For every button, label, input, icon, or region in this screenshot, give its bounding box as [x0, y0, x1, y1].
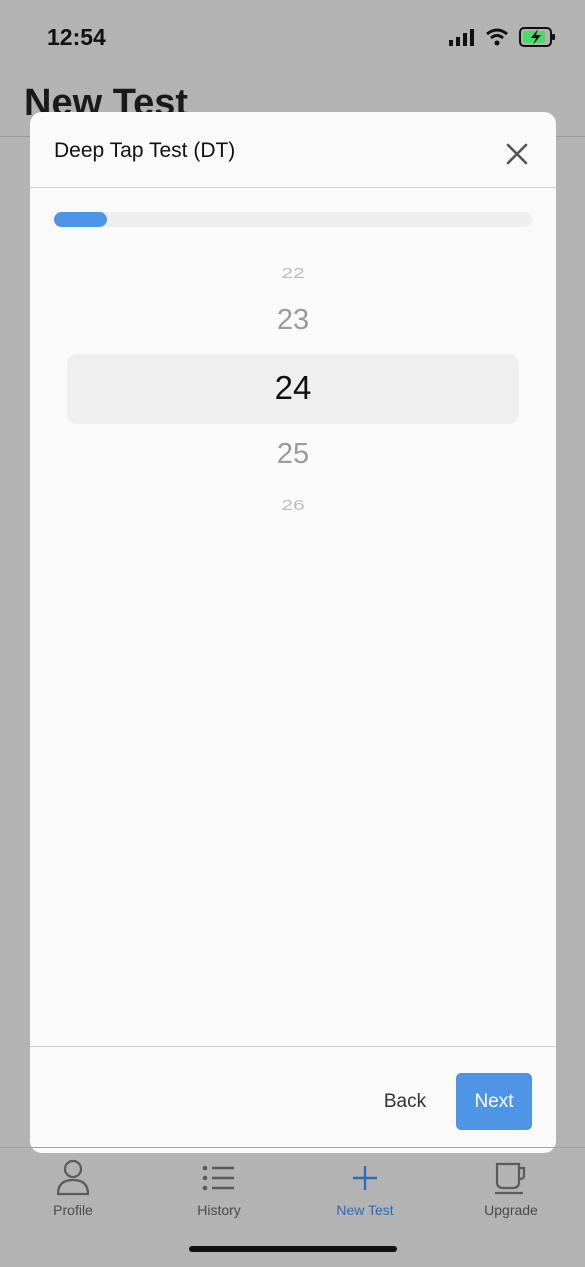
next-button[interactable]: Next	[456, 1073, 532, 1130]
close-icon[interactable]	[504, 141, 530, 167]
plus-icon	[353, 1166, 377, 1190]
picker-option[interactable]: 22	[30, 266, 556, 283]
tab-label: Profile	[53, 1202, 93, 1218]
picker-option[interactable]: 26	[30, 498, 556, 515]
modal-header: Deep Tap Test (DT)	[30, 112, 556, 188]
number-picker[interactable]: 22 23 24 25 26	[30, 252, 556, 532]
progress-bar	[54, 212, 532, 227]
test-modal: Deep Tap Test (DT) 22 23 24 25 26 Back N…	[30, 112, 556, 1153]
battery-charging-icon	[519, 27, 555, 47]
tab-label: History	[197, 1202, 241, 1218]
wifi-icon	[486, 28, 508, 46]
picker-option[interactable]: 25	[30, 438, 556, 471]
picker-selected-option[interactable]: 24	[30, 369, 556, 407]
tab-history[interactable]: History	[146, 1158, 292, 1218]
tab-profile[interactable]: Profile	[0, 1158, 146, 1218]
status-icons	[449, 26, 557, 48]
back-button[interactable]: Back	[370, 1074, 440, 1130]
picker-option[interactable]: 23	[30, 304, 556, 337]
progress-fill	[54, 212, 107, 227]
signal-icon	[449, 29, 474, 46]
status-bar: 12:54	[0, 0, 585, 74]
tab-upgrade[interactable]: Upgrade	[438, 1158, 584, 1218]
tab-label: Upgrade	[484, 1202, 538, 1218]
status-time: 12:54	[47, 24, 106, 50]
home-indicator	[189, 1246, 397, 1252]
tab-new-test[interactable]: New Test	[292, 1158, 438, 1218]
modal-title: Deep Tap Test (DT)	[54, 139, 236, 162]
modal-footer: Back Next	[30, 1046, 556, 1153]
person-icon	[56, 1159, 90, 1196]
list-icon	[202, 1165, 234, 1191]
cup-icon	[495, 1162, 526, 1195]
tab-label: New Test	[336, 1202, 394, 1218]
